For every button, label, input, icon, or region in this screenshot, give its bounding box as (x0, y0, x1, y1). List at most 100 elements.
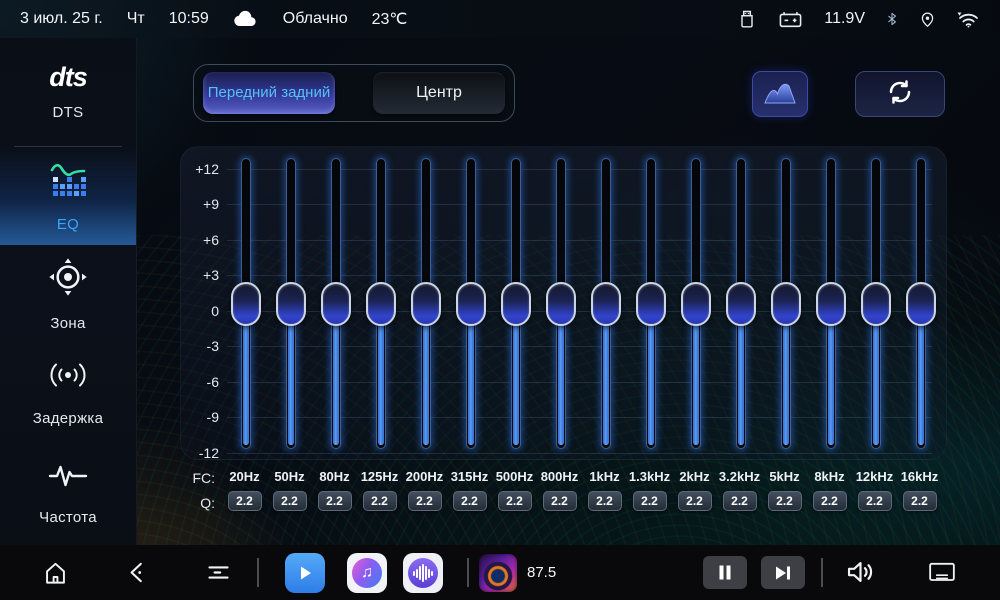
sidebar-item-frequency[interactable]: Частота (0, 441, 136, 545)
slider-track[interactable] (286, 158, 296, 449)
refresh-icon (885, 77, 915, 112)
slider-thumb[interactable] (366, 282, 396, 326)
fc-row: 20Hz50Hz80Hz125Hz200Hz315Hz500Hz800Hz1kH… (222, 469, 944, 484)
next-track-button[interactable] (761, 556, 805, 589)
slider-thumb[interactable] (501, 282, 531, 326)
slider-track[interactable] (511, 158, 521, 449)
slider-track[interactable] (331, 158, 341, 449)
band-q-button[interactable]: 2.2 (363, 491, 397, 511)
slider-thumb[interactable] (681, 282, 711, 326)
home-icon[interactable] (42, 559, 69, 591)
eq-preset-button[interactable] (752, 71, 808, 117)
band-frequency-label: 800Hz (537, 469, 582, 484)
sidebar-item-dts[interactable]: dts DTS (0, 38, 136, 146)
eq-band-slider[interactable] (276, 147, 306, 459)
band-q-button[interactable]: 2.2 (498, 491, 532, 511)
slider-thumb[interactable] (861, 282, 891, 326)
slider-track[interactable] (646, 158, 656, 449)
slider-thumb[interactable] (636, 282, 666, 326)
slider-track[interactable] (736, 158, 746, 449)
q-cell: 2.2 (717, 491, 762, 511)
band-q-button[interactable]: 2.2 (318, 491, 352, 511)
display-icon[interactable] (928, 561, 956, 590)
sidebar-item-label: Частота (39, 509, 97, 526)
q-cell: 2.2 (402, 491, 447, 511)
tab-center[interactable]: Центр (373, 72, 505, 114)
eq-band-slider[interactable] (861, 147, 891, 459)
status-voltage: 11.9V (824, 10, 865, 28)
slider-thumb[interactable] (771, 282, 801, 326)
slider-thumb[interactable] (321, 282, 351, 326)
band-q-button[interactable]: 2.2 (678, 491, 712, 511)
slider-track[interactable] (916, 158, 926, 449)
slider-thumb[interactable] (546, 282, 576, 326)
slider-thumb[interactable] (906, 282, 936, 326)
eq-band-slider[interactable] (546, 147, 576, 459)
slider-track[interactable] (826, 158, 836, 449)
band-frequency-label: 1.3kHz (627, 469, 672, 484)
q-cell: 2.2 (267, 491, 312, 511)
band-q-button[interactable]: 2.2 (543, 491, 577, 511)
band-q-button[interactable]: 2.2 (858, 491, 892, 511)
sidebar-item-label: Зона (50, 315, 85, 332)
band-q-button[interactable]: 2.2 (813, 491, 847, 511)
band-q-button[interactable]: 2.2 (633, 491, 667, 511)
eq-band-slider[interactable] (681, 147, 711, 459)
slider-thumb[interactable] (456, 282, 486, 326)
slider-track[interactable] (466, 158, 476, 449)
equalizer-panel: +12+9+6+30-3-6-9-12 (180, 146, 947, 460)
tab-front-rear[interactable]: Передний задний (203, 72, 335, 114)
eq-band-slider[interactable] (591, 147, 621, 459)
band-q-button[interactable]: 2.2 (768, 491, 802, 511)
music-app-icon[interactable]: ♫ (347, 553, 387, 593)
q-cell: 2.2 (357, 491, 402, 511)
eq-band-slider[interactable] (726, 147, 756, 459)
slider-track[interactable] (241, 158, 251, 449)
voice-assistant-app-icon[interactable] (403, 553, 443, 593)
slider-track[interactable] (376, 158, 386, 449)
band-q-button[interactable]: 2.2 (453, 491, 487, 511)
radio-app-icon[interactable] (479, 554, 517, 592)
slider-track[interactable] (781, 158, 791, 449)
pause-button[interactable] (703, 556, 747, 589)
eq-band-slider[interactable] (816, 147, 846, 459)
reset-button[interactable] (855, 71, 945, 117)
slider-track[interactable] (421, 158, 431, 449)
band-q-button[interactable]: 2.2 (588, 491, 622, 511)
slider-thumb[interactable] (231, 282, 261, 326)
slider-thumb[interactable] (276, 282, 306, 326)
slider-thumb[interactable] (411, 282, 441, 326)
eq-band-slider[interactable] (411, 147, 441, 459)
eq-band-slider[interactable] (636, 147, 666, 459)
slider-track[interactable] (556, 158, 566, 449)
recent-tasks-icon[interactable] (205, 559, 232, 591)
eq-band-slider[interactable] (456, 147, 486, 459)
slider-track[interactable] (601, 158, 611, 449)
bottom-bar: ♫ 87.5 (0, 545, 1000, 600)
video-player-app-icon[interactable] (285, 553, 325, 593)
band-frequency-label: 1kHz (582, 469, 627, 484)
slider-track[interactable] (691, 158, 701, 449)
band-q-button[interactable]: 2.2 (408, 491, 442, 511)
eq-band-slider[interactable] (501, 147, 531, 459)
slider-thumb[interactable] (591, 282, 621, 326)
sidebar-item-zone[interactable]: Зона (0, 245, 136, 343)
band-q-button[interactable]: 2.2 (903, 491, 937, 511)
band-q-button[interactable]: 2.2 (273, 491, 307, 511)
slider-thumb[interactable] (816, 282, 846, 326)
volume-icon[interactable] (845, 558, 876, 591)
eq-band-slider[interactable] (321, 147, 351, 459)
band-q-button[interactable]: 2.2 (228, 491, 262, 511)
eq-band-slider[interactable] (771, 147, 801, 459)
back-icon[interactable] (124, 559, 150, 591)
eq-band-slider[interactable] (906, 147, 936, 459)
eq-band-slider[interactable] (366, 147, 396, 459)
sidebar: dts DTS EQ (0, 38, 137, 545)
band-q-button[interactable]: 2.2 (723, 491, 757, 511)
q-row: 2.2 2.2 2.2 2.2 2.2 2.2 2.2 2.2 2.2 2.2 2.2 2.2 2.2 2… (222, 491, 944, 511)
sidebar-item-eq[interactable]: EQ (0, 147, 136, 245)
slider-track[interactable] (871, 158, 881, 449)
slider-thumb[interactable] (726, 282, 756, 326)
eq-band-slider[interactable] (231, 147, 261, 459)
sidebar-item-delay[interactable]: Задержка (0, 343, 136, 441)
